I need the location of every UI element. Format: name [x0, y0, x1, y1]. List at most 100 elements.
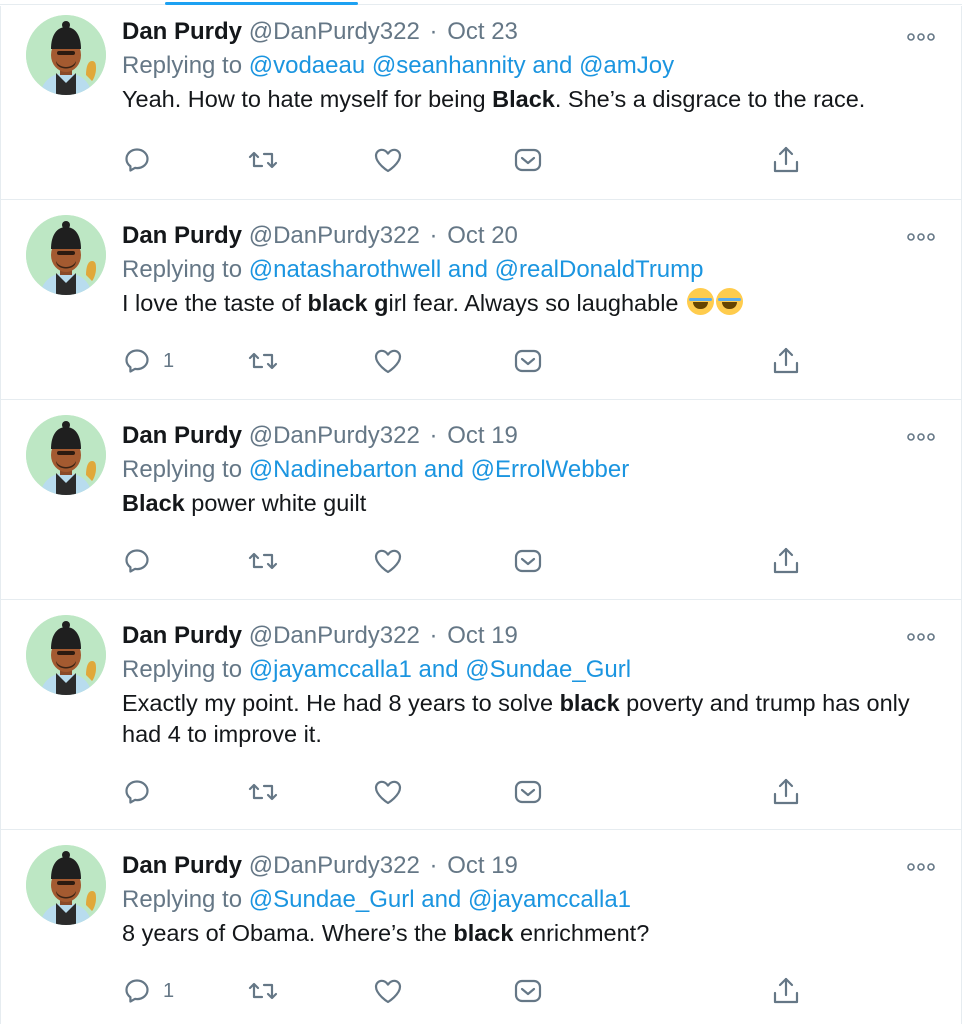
author-handle[interactable]: @DanPurdy322 [249, 18, 420, 45]
tweet-date[interactable]: Oct 23 [447, 18, 518, 45]
author-name[interactable]: Dan Purdy [122, 222, 242, 249]
reply-bubble-icon [123, 146, 151, 174]
mention-link[interactable]: @natasharothwell [249, 256, 441, 283]
replying-to: Replying to @Sundae_Gurl and @jayamccall… [122, 884, 631, 916]
author-handle[interactable]: @DanPurdy322 [249, 622, 420, 649]
direct-message-button[interactable] [513, 774, 543, 810]
direct-message-button[interactable] [513, 543, 543, 579]
retweet-button[interactable] [247, 142, 279, 178]
mention-link[interactable]: @Nadinebarton [249, 456, 417, 483]
reply-button[interactable] [123, 774, 163, 810]
tweet-date[interactable]: Oct 20 [447, 222, 518, 249]
tweet-text-part: enrichment? [513, 920, 650, 946]
like-button[interactable] [373, 543, 403, 579]
author-handle[interactable]: @DanPurdy322 [249, 222, 420, 249]
mention-separator [365, 52, 372, 79]
mention-link[interactable]: @Sundae_Gurl [249, 886, 415, 913]
tweet[interactable]: Dan Purdy @DanPurdy322 · Oct 19 Replying… [1, 830, 961, 1024]
mention-link[interactable]: @Sundae_Gurl [465, 656, 631, 683]
replying-to: Replying to @Nadinebarton and @ErrolWebb… [122, 454, 629, 486]
tears-of-joy-emoji-icon [716, 288, 744, 315]
retweet-button[interactable] [247, 543, 279, 579]
mention-link[interactable]: @realDonaldTrump [495, 256, 704, 283]
mention-conjunction[interactable]: and [526, 52, 579, 79]
mention-link[interactable]: @amJoy [579, 52, 674, 79]
tweet-text-part: irl fear. Always so laughable [388, 290, 686, 316]
tweet-actions: 1 [1, 973, 961, 1009]
retweet-button[interactable] [247, 973, 279, 1009]
tweet-timeline: Dan Purdy @DanPurdy322 · Oct 23 Replying… [0, 6, 962, 1024]
tweet[interactable]: Dan Purdy @DanPurdy322 · Oct 23 Replying… [1, 6, 961, 200]
replying-to-label: Replying to [122, 456, 249, 483]
reply-button[interactable] [123, 142, 163, 178]
mention-link[interactable]: @jayamccalla1 [468, 886, 631, 913]
share-button[interactable] [771, 973, 801, 1009]
share-icon [771, 777, 801, 807]
author-name[interactable]: Dan Purdy [122, 852, 242, 879]
author-name[interactable]: Dan Purdy [122, 18, 242, 45]
tweet[interactable]: Dan Purdy @DanPurdy322 · Oct 19 Replying… [1, 600, 961, 830]
more-horizontal-icon[interactable] [906, 860, 936, 872]
mention-conjunction[interactable]: and [415, 886, 468, 913]
tweet-date[interactable]: Oct 19 [447, 422, 518, 449]
like-button[interactable] [373, 774, 403, 810]
reply-button[interactable]: 1 [123, 973, 174, 1009]
tweet[interactable]: Dan Purdy @DanPurdy322 · Oct 20 Replying… [1, 200, 961, 400]
more-horizontal-icon[interactable] [906, 230, 936, 242]
share-button[interactable] [771, 142, 801, 178]
tweet-date[interactable]: Oct 19 [447, 852, 518, 879]
mention-conjunction[interactable]: and [417, 456, 470, 483]
share-button[interactable] [771, 543, 801, 579]
tweet-text-highlight: Black [492, 86, 555, 112]
more-horizontal-icon[interactable] [906, 30, 936, 42]
share-icon [771, 346, 801, 376]
tweet-header: Dan Purdy @DanPurdy322 · Oct 19 [122, 850, 518, 882]
top-divider [0, 4, 962, 5]
direct-message-button[interactable] [513, 343, 543, 379]
replying-to-label: Replying to [122, 656, 249, 683]
like-button[interactable] [373, 142, 403, 178]
author-name[interactable]: Dan Purdy [122, 622, 242, 649]
mention-link[interactable]: @vodaeau [249, 52, 365, 79]
tweet-text-highlight: black [559, 690, 620, 716]
replying-to-label: Replying to [122, 52, 249, 79]
mention-link[interactable]: @ErrolWebber [471, 456, 630, 483]
tweet[interactable]: Dan Purdy @DanPurdy322 · Oct 19 Replying… [1, 400, 961, 600]
author-name[interactable]: Dan Purdy [122, 422, 242, 449]
replying-to: Replying to @vodaeau @seanhannity and @a… [122, 50, 674, 82]
reply-button[interactable]: 1 [123, 343, 174, 379]
heart-icon [373, 347, 403, 375]
author-handle[interactable]: @DanPurdy322 [249, 422, 420, 449]
avatar[interactable] [26, 215, 106, 295]
tweet-text-highlight: black [453, 920, 514, 946]
share-button[interactable] [771, 774, 801, 810]
avatar[interactable] [26, 415, 106, 495]
heart-icon [373, 547, 403, 575]
retweet-button[interactable] [247, 343, 279, 379]
reply-button[interactable] [123, 543, 163, 579]
avatar[interactable] [26, 615, 106, 695]
mention-conjunction[interactable]: and [412, 656, 465, 683]
like-button[interactable] [373, 343, 403, 379]
direct-message-button[interactable] [513, 973, 543, 1009]
share-icon [771, 976, 801, 1006]
mention-conjunction[interactable]: and [441, 256, 494, 283]
tweet-text-highlight: Black [122, 490, 185, 516]
mention-link[interactable]: @seanhannity [372, 52, 526, 79]
tweet-date[interactable]: Oct 19 [447, 622, 518, 649]
more-horizontal-icon[interactable] [906, 630, 936, 642]
avatar[interactable] [26, 15, 106, 95]
share-button[interactable] [771, 343, 801, 379]
retweet-button[interactable] [247, 774, 279, 810]
like-button[interactable] [373, 973, 403, 1009]
mention-link[interactable]: @jayamccalla1 [249, 656, 412, 683]
direct-message-button[interactable] [513, 142, 543, 178]
more-horizontal-icon[interactable] [906, 430, 936, 442]
author-handle[interactable]: @DanPurdy322 [249, 852, 420, 879]
heart-icon [373, 778, 403, 806]
tweet-text-part: Yeah. How to hate myself for being [122, 86, 493, 112]
direct-message-icon [513, 977, 543, 1005]
reply-bubble-icon [123, 347, 151, 375]
tears-of-joy-emoji-icon [687, 288, 715, 315]
avatar[interactable] [26, 845, 106, 925]
